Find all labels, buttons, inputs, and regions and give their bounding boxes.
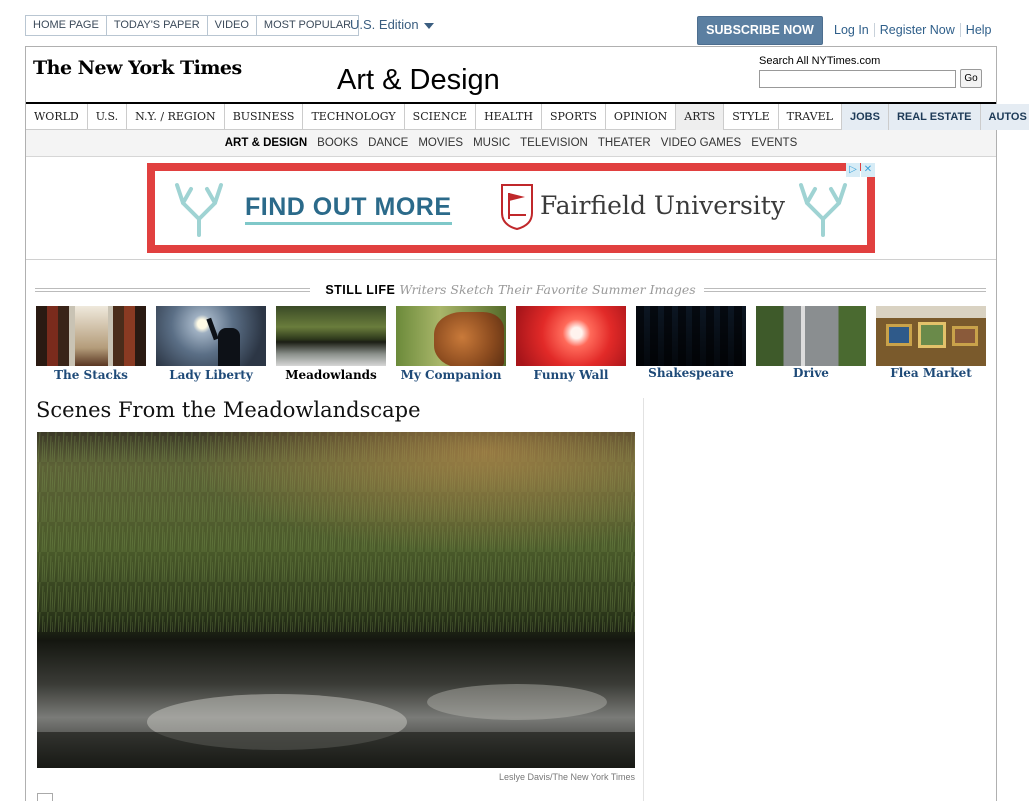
ad-advertiser: Fairfield University bbox=[540, 191, 785, 220]
still-life-kicker: STILL LIFE bbox=[325, 283, 396, 297]
home-page-link[interactable]: HOME PAGE bbox=[25, 15, 107, 36]
search-go-button[interactable]: Go bbox=[960, 69, 982, 88]
section-travel[interactable]: TRAVEL bbox=[779, 104, 842, 130]
top-utility-nav: HOME PAGE TODAY'S PAPER VIDEO MOST POPUL… bbox=[25, 15, 360, 36]
thumb-caption: The Stacks bbox=[54, 368, 128, 382]
subsection-art-design[interactable]: ART & DESIGN bbox=[225, 137, 307, 149]
subsection-dance[interactable]: DANCE bbox=[368, 137, 408, 149]
subsection-books[interactable]: BOOKS bbox=[317, 137, 358, 149]
section-jobs[interactable]: JOBS bbox=[841, 104, 889, 130]
article-title: Scenes From the Meadowlandscape bbox=[36, 398, 421, 422]
still-life-label: STILL LIFE Writers Sketch Their Favorite … bbox=[317, 282, 704, 297]
university-shield-icon bbox=[501, 184, 533, 231]
thumb-the-stacks[interactable]: The Stacks bbox=[36, 306, 146, 382]
thumb-caption: Meadowlands bbox=[285, 368, 377, 382]
section-world[interactable]: WORLD bbox=[26, 104, 88, 130]
most-popular-link[interactable]: MOST POPULAR bbox=[256, 15, 360, 36]
section-business[interactable]: BUSINESS bbox=[225, 104, 304, 130]
subsection-movies[interactable]: MOVIES bbox=[418, 137, 463, 149]
edition-label: U.S. Edition bbox=[350, 17, 419, 32]
header-rule bbox=[704, 288, 986, 292]
section-technology[interactable]: TECHNOLOGY bbox=[303, 104, 405, 130]
subsection-nav: ART & DESIGN BOOKS DANCE MOVIES MUSIC TE… bbox=[26, 130, 996, 157]
subsection-theater[interactable]: THEATER bbox=[598, 137, 651, 149]
divider bbox=[26, 259, 996, 260]
article-photo[interactable] bbox=[37, 432, 635, 768]
ad-cta[interactable]: FIND OUT MORE bbox=[245, 193, 452, 225]
antler-icon bbox=[799, 183, 847, 237]
meadowlands-photo bbox=[37, 432, 635, 768]
thumb-image bbox=[276, 306, 386, 366]
section-arts[interactable]: ARTS bbox=[676, 104, 725, 130]
thumb-image bbox=[756, 306, 866, 366]
section-sports[interactable]: SPORTS bbox=[542, 104, 606, 130]
close-icon[interactable]: ✕ bbox=[861, 163, 875, 177]
section-ny-region[interactable]: N.Y. / REGION bbox=[127, 104, 225, 130]
thumb-meadowlands[interactable]: Meadowlands bbox=[276, 306, 386, 382]
antler-icon bbox=[175, 183, 223, 237]
column-divider bbox=[643, 398, 644, 801]
thumb-image bbox=[876, 306, 986, 366]
thumb-image bbox=[396, 306, 506, 366]
edition-selector[interactable]: U.S. Edition bbox=[350, 17, 434, 32]
thumb-image bbox=[36, 306, 146, 366]
thumb-image bbox=[516, 306, 626, 366]
thumb-caption: Flea Market bbox=[890, 366, 972, 380]
section-health[interactable]: HEALTH bbox=[476, 104, 542, 130]
thumb-my-companion[interactable]: My Companion bbox=[396, 306, 506, 382]
thumb-lady-liberty[interactable]: Lady Liberty bbox=[156, 306, 266, 382]
register-link[interactable]: Register Now bbox=[873, 23, 960, 37]
thumb-shakespeare[interactable]: Shakespeare bbox=[636, 306, 746, 382]
thumb-image bbox=[636, 306, 746, 366]
adchoices-icon[interactable]: ▷ bbox=[846, 163, 860, 177]
thumb-image bbox=[156, 306, 266, 366]
video-link[interactable]: VIDEO bbox=[207, 15, 257, 36]
thumb-caption: Shakespeare bbox=[648, 366, 734, 380]
ad-controls: ▷ ✕ bbox=[845, 163, 875, 177]
section-us[interactable]: U.S. bbox=[88, 104, 128, 130]
section-autos[interactable]: AUTOS bbox=[980, 104, 1029, 130]
thumb-caption: Lady Liberty bbox=[169, 368, 253, 382]
thumb-flea-market[interactable]: Flea Market bbox=[876, 306, 986, 382]
photo-credit: Leslye Davis/The New York Times bbox=[498, 772, 635, 782]
still-life-tagline: Writers Sketch Their Favorite Summer Ima… bbox=[399, 282, 696, 297]
subscribe-button[interactable]: SUBSCRIBE NOW bbox=[697, 16, 823, 45]
section-opinion[interactable]: OPINION bbox=[606, 104, 677, 130]
thumb-drive[interactable]: Drive bbox=[756, 306, 866, 382]
header-rule bbox=[35, 288, 310, 292]
subsection-video-games[interactable]: VIDEO GAMES bbox=[661, 137, 742, 149]
slideshow-control[interactable] bbox=[37, 793, 53, 801]
search-input[interactable] bbox=[759, 70, 956, 88]
thumb-caption: Funny Wall bbox=[533, 368, 609, 382]
section-science[interactable]: SCIENCE bbox=[405, 104, 477, 130]
still-life-thumbnails: The Stacks Lady Liberty Meadowlands My C… bbox=[36, 306, 986, 382]
section-real-estate[interactable]: REAL ESTATE bbox=[888, 104, 981, 130]
page-title: Art & Design bbox=[337, 64, 500, 96]
thumb-funny-wall[interactable]: Funny Wall bbox=[516, 306, 626, 382]
subsection-events[interactable]: EVENTS bbox=[751, 137, 797, 149]
subsection-music[interactable]: MUSIC bbox=[473, 137, 510, 149]
subsection-television[interactable]: TELEVISION bbox=[520, 137, 588, 149]
section-style[interactable]: STYLE bbox=[724, 104, 779, 130]
help-link[interactable]: Help bbox=[959, 23, 997, 37]
still-life-header: STILL LIFE Writers Sketch Their Favorite … bbox=[35, 281, 986, 297]
banner-ad[interactable]: ▷ ✕ FIND OUT MORE Fairfield University bbox=[147, 163, 875, 253]
chevron-down-icon bbox=[423, 22, 434, 29]
search-label: Search All NYTimes.com bbox=[759, 55, 881, 67]
section-nav: WORLD U.S. N.Y. / REGION BUSINESS TECHNO… bbox=[26, 102, 1029, 130]
thumb-caption: My Companion bbox=[400, 368, 502, 382]
todays-paper-link[interactable]: TODAY'S PAPER bbox=[106, 15, 208, 36]
account-links: Log In Register Now Help bbox=[829, 23, 997, 37]
thumb-caption: Drive bbox=[793, 366, 829, 380]
login-link[interactable]: Log In bbox=[829, 23, 874, 37]
nyt-logo[interactable]: The New York Times bbox=[33, 57, 242, 79]
